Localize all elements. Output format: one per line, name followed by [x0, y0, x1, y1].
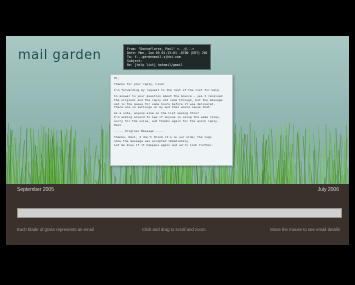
email-header-tooltip: From: "Donnaflores, Paul" <...@...> Date…	[123, 44, 211, 70]
timeline-start-label: September 2005	[17, 187, 54, 193]
email-subject: Re: [help list] hotmail/gmail	[127, 63, 183, 67]
email-body-line: sorry for the noise, and thanks again fo…	[114, 119, 219, 124]
hint-drag: Click and drag to scroll and zoom	[142, 227, 206, 232]
email-body-line: I'm forwarding my request to the rest of…	[114, 87, 221, 92]
timeline-end-label: July 2006	[317, 187, 339, 193]
email-body-line: Let me know if it happens again and we'l…	[114, 142, 214, 147]
app-logo: mail garden	[18, 48, 102, 63]
email-body-card[interactable]: Hi, Thanks for your reply, Lisa! I'm forwa…	[110, 74, 233, 166]
hint-mouse: Move the mouse to see email details	[270, 227, 340, 232]
hint-grass: Each blade of grass represents an email	[17, 227, 94, 232]
visualization-frame: mail garden September 2005 July 2006 Eac…	[6, 36, 349, 245]
timeline-scrollbar[interactable]	[17, 208, 342, 218]
